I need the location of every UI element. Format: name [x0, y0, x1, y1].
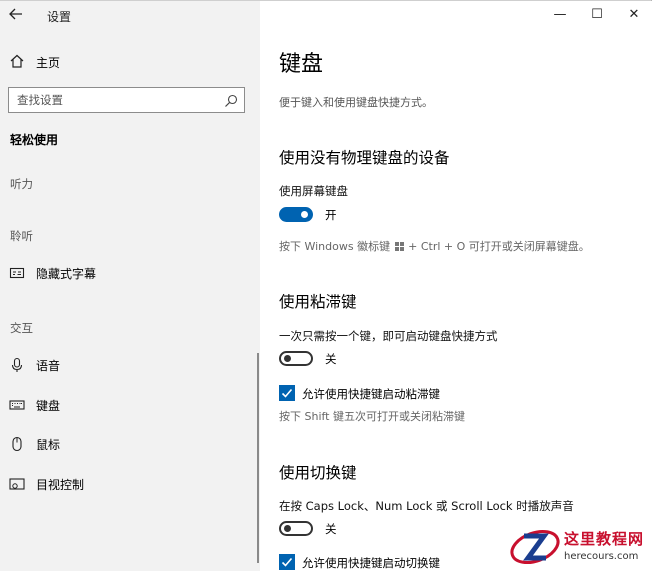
sidebar-item-label: 隐藏式字幕 [36, 267, 97, 281]
maximize-button[interactable]: ☐ [582, 3, 612, 27]
toggle-knob [301, 211, 308, 218]
watermark-name: 这里教程网 [564, 530, 645, 548]
close-button[interactable]: ✕ [619, 3, 649, 27]
toggle-keys-state: 关 [325, 522, 337, 536]
current-section-title: 轻松使用 [10, 133, 59, 147]
watermark-logo-icon [510, 529, 560, 565]
toggle-keys-shortcut-checkbox[interactable] [279, 554, 295, 570]
sidebar-item-label: 主页 [36, 56, 61, 70]
home-icon [9, 53, 25, 73]
hint-text-after: + Ctrl + O 可打开或关闭屏幕键盘。 [408, 240, 590, 253]
sidebar-item-label: 鼠标 [36, 438, 61, 452]
checkmark-icon [281, 388, 293, 398]
hint-text-before: 按下 Windows 徽标键 [279, 240, 391, 253]
onscreen-keyboard-toggle[interactable] [279, 207, 313, 222]
minimize-button[interactable]: — [545, 3, 575, 27]
group-label-interaction: 交互 [10, 321, 33, 335]
search-box[interactable] [8, 87, 245, 113]
content-pane: — ☐ ✕ 键盘 便于键入和使用键盘快捷方式。 使用没有物理键盘的设备 使用屏幕… [260, 1, 652, 571]
sticky-keys-label: 一次只需按一个键，即可启动键盘快捷方式 [279, 329, 498, 343]
toggle-keys-toggle[interactable] [279, 521, 313, 536]
sidebar-item-mouse[interactable]: 鼠标 [0, 431, 258, 457]
onscreen-keyboard-state: 开 [325, 208, 337, 222]
sidebar-item-label: 键盘 [36, 399, 61, 413]
settings-window: 设置 主页 轻松使用 听力 聆听 隐藏式字幕 交互 [0, 0, 652, 571]
eye-control-icon [9, 476, 25, 496]
watermark: 这里教程网 herecours.com [508, 524, 654, 570]
sticky-keys-shortcut-label: 允许使用快捷键启动粘滞键 [302, 387, 440, 401]
page-title: 键盘 [279, 52, 324, 77]
app-title: 设置 [47, 10, 72, 24]
watermark-url: herecours.com [564, 551, 639, 562]
toggle-keys-heading: 使用切换键 [279, 464, 357, 482]
sidebar-item-label: 语音 [36, 359, 61, 373]
sidebar-item-home[interactable]: 主页 [0, 50, 260, 74]
search-input[interactable] [17, 92, 217, 108]
checkmark-icon [281, 557, 293, 567]
sticky-keys-heading: 使用粘滞键 [279, 293, 357, 311]
onscreen-keyboard-label: 使用屏幕键盘 [279, 184, 348, 198]
sticky-keys-toggle[interactable] [279, 351, 313, 366]
onscreen-keyboard-heading: 使用没有物理键盘的设备 [279, 149, 450, 167]
windows-logo-icon [394, 241, 404, 254]
sticky-keys-state: 关 [325, 352, 337, 366]
group-label-hearing: 聆听 [10, 229, 33, 243]
sidebar-item-eye-control[interactable]: 目视控制 [0, 471, 258, 497]
search-icon[interactable] [224, 93, 238, 112]
back-arrow-icon[interactable] [6, 5, 26, 25]
page-description: 便于键入和使用键盘快捷方式。 [279, 96, 433, 109]
mouse-icon [9, 436, 25, 456]
sidebar-scrollbar[interactable] [257, 353, 259, 563]
sidebar-item-closed-captions[interactable]: 隐藏式字幕 [0, 260, 258, 286]
sidebar-item-keyboard[interactable]: 键盘 [0, 392, 258, 418]
onscreen-keyboard-hint: 按下 Windows 徽标键 + Ctrl + O 可打开或关闭屏幕键盘。 [279, 238, 590, 254]
microphone-icon [9, 357, 25, 377]
toggle-knob [284, 355, 291, 362]
sticky-keys-hint: 按下 Shift 键五次可打开或关闭粘滞键 [279, 410, 465, 423]
sidebar: 设置 主页 轻松使用 听力 聆听 隐藏式字幕 交互 [0, 1, 260, 571]
sticky-keys-shortcut-checkbox[interactable] [279, 385, 295, 401]
title-bar-left: 设置 [0, 1, 260, 31]
group-label-vision: 听力 [10, 177, 33, 191]
closed-caption-icon [9, 265, 25, 285]
toggle-keys-label: 在按 Caps Lock、Num Lock 或 Scroll Lock 时播放声… [279, 499, 574, 513]
toggle-knob [284, 525, 291, 532]
keyboard-icon [9, 397, 25, 417]
toggle-keys-shortcut-label: 允许使用快捷键启动切换键 [302, 556, 440, 570]
sidebar-item-label: 目视控制 [36, 478, 85, 492]
sidebar-item-speech[interactable]: 语音 [0, 352, 258, 378]
